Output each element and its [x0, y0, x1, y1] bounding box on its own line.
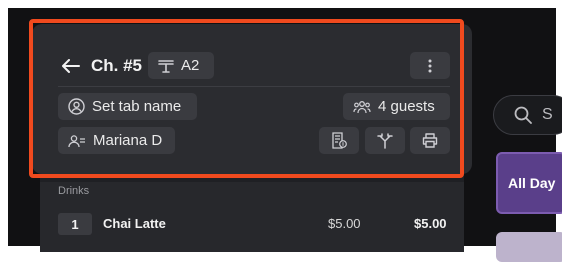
item-price: $5.00	[328, 216, 361, 231]
search-placeholder: S	[542, 106, 553, 123]
header-divider	[58, 86, 450, 87]
split-button[interactable]	[365, 127, 405, 154]
search-input[interactable]: S	[493, 95, 562, 135]
receipt-button[interactable]	[319, 127, 359, 154]
item-name[interactable]: Chai Latte	[103, 216, 166, 231]
person-icon	[68, 98, 85, 115]
section-label: Drinks	[58, 185, 90, 197]
category-label: All Day	[508, 175, 556, 191]
server-button[interactable]: Mariana D	[58, 127, 175, 154]
guests-button[interactable]: 4 guests	[343, 93, 450, 120]
server-icon	[68, 134, 85, 147]
set-tab-name-button[interactable]: Set tab name	[58, 93, 197, 120]
guests-icon	[353, 100, 371, 113]
server-name: Mariana D	[93, 132, 163, 149]
guests-label: 4 guests	[378, 98, 435, 115]
print-button[interactable]	[410, 127, 450, 154]
category-next[interactable]	[496, 232, 562, 262]
print-icon	[422, 133, 438, 148]
table-chip[interactable]: A2	[148, 52, 214, 79]
more-options-button[interactable]	[410, 52, 450, 79]
receipt-icon	[332, 132, 347, 149]
tab-title: Ch. #5	[91, 56, 143, 75]
set-tab-name-label: Set tab name	[92, 98, 182, 115]
item-total: $5.00	[414, 216, 447, 231]
split-icon	[377, 132, 393, 149]
panel-bottom-band	[40, 174, 464, 182]
category-all-day[interactable]: All Day	[496, 152, 562, 214]
back-button[interactable]	[60, 55, 82, 77]
search-icon	[514, 106, 532, 124]
item-quantity[interactable]: 1	[58, 213, 92, 235]
table-label: A2	[181, 57, 200, 74]
back-arrow-icon	[62, 59, 80, 73]
more-vertical-icon	[428, 59, 432, 72]
table-icon	[158, 59, 174, 73]
